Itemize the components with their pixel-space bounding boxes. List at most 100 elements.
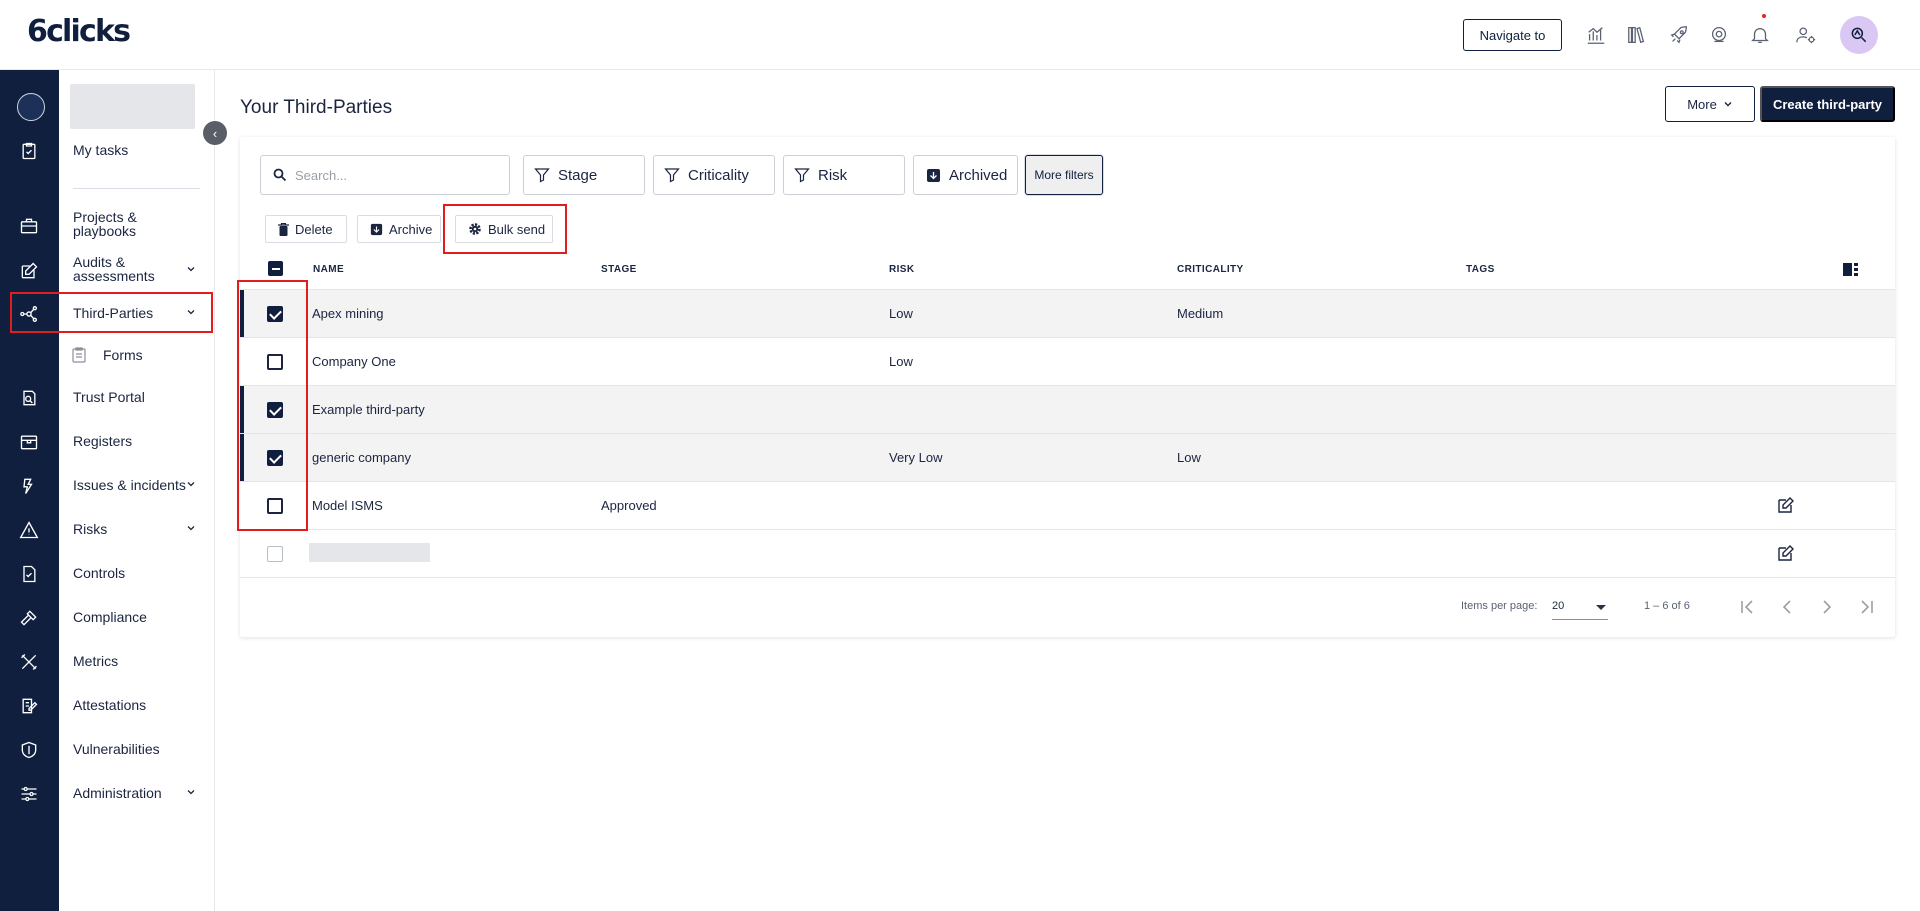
chevron-down-icon (1724, 102, 1732, 107)
sidebar-item-compliance[interactable]: Compliance (73, 610, 147, 624)
more-filters-button[interactable]: More filters (1025, 155, 1103, 195)
row-checkboxes-highlight (237, 280, 308, 531)
org-name-placeholder (70, 84, 195, 129)
briefcase-icon[interactable] (15, 212, 43, 240)
row-name[interactable]: Example third-party (312, 402, 425, 417)
chevron-down-icon[interactable] (186, 787, 196, 797)
row-criticality: Medium (1177, 306, 1224, 321)
criticality-filter[interactable]: Criticality (653, 155, 775, 195)
user-settings-icon[interactable] (1793, 22, 1819, 48)
delete-label: Delete (295, 221, 333, 237)
attestations-icon[interactable] (15, 692, 43, 720)
profile-avatar[interactable] (17, 93, 45, 121)
sidebar-item-audits[interactable]: Audits & assessments (73, 255, 173, 283)
sidebar-item-registers[interactable]: Registers (73, 434, 132, 448)
next-page-icon[interactable] (1816, 596, 1838, 618)
registers-icon[interactable] (15, 428, 43, 456)
bell-icon[interactable] (1747, 22, 1773, 48)
collapse-sidebar-button[interactable]: ‹ (203, 121, 227, 145)
row-risk: Low (889, 306, 913, 321)
issues-icon[interactable] (15, 472, 43, 500)
pagination-range: 1 – 6 of 6 (1644, 600, 1690, 612)
items-per-page-select[interactable]: 20 (1552, 598, 1608, 620)
administration-sliders-icon[interactable] (15, 780, 43, 808)
items-per-page-label: Items per page: (1461, 600, 1538, 612)
help-icon[interactable] (1706, 22, 1732, 48)
column-header-risk[interactable]: RISK (889, 264, 915, 275)
navigate-to-button[interactable]: Navigate to (1463, 19, 1562, 51)
last-page-icon[interactable] (1856, 596, 1878, 618)
metrics-tools-icon[interactable] (15, 648, 43, 676)
analytics-icon[interactable] (1583, 22, 1609, 48)
sidebar-item-vulnerabilities[interactable]: Vulnerabilities (73, 742, 160, 756)
archived-filter[interactable]: Archived (913, 155, 1018, 195)
more-label: More (1687, 96, 1717, 112)
archive-button[interactable]: Archive (357, 215, 441, 243)
table-row[interactable]: Apex mining Low Medium (240, 289, 1895, 338)
library-icon[interactable] (1624, 22, 1650, 48)
column-settings-icon[interactable] (1843, 262, 1858, 277)
search-icon (273, 168, 287, 182)
sidebar-item-metrics[interactable]: Metrics (73, 654, 118, 668)
stage-filter-label: Stage (558, 166, 598, 184)
risk-warning-icon[interactable] (15, 516, 43, 544)
row-name[interactable]: Company One (312, 354, 396, 369)
column-header-criticality[interactable]: CRITICALITY (1177, 264, 1244, 275)
edit-icon[interactable] (1777, 544, 1795, 562)
sidebar-item-attestations[interactable]: Attestations (73, 698, 146, 712)
compliance-hammer-icon[interactable] (15, 604, 43, 632)
sidebar-item-risks[interactable]: Risks (73, 522, 107, 536)
search-input[interactable]: Search... (260, 155, 510, 195)
shield-icon[interactable] (15, 736, 43, 764)
items-per-page-value: 20 (1552, 600, 1565, 612)
loading-name-placeholder (309, 543, 430, 562)
sidebar-item-issues[interactable]: Issues & incidents (73, 478, 186, 492)
sidebar-divider (73, 188, 200, 189)
sidebar-item-administration[interactable]: Administration (73, 786, 162, 800)
risk-filter[interactable]: Risk (783, 155, 905, 195)
column-header-tags[interactable]: TAGS (1466, 264, 1495, 275)
column-header-stage[interactable]: STAGE (601, 264, 637, 275)
more-button[interactable]: More (1665, 86, 1755, 122)
table-row[interactable]: Company One Low (240, 337, 1895, 385)
edit-audit-icon[interactable] (15, 257, 43, 285)
archived-filter-label: Archived (949, 166, 1008, 184)
bulk-send-highlight (443, 204, 567, 254)
row-name[interactable]: Apex mining (312, 306, 384, 321)
sidebar-item-my-tasks[interactable]: My tasks (73, 143, 128, 157)
previous-page-icon[interactable] (1776, 596, 1798, 618)
table-row[interactable]: Example third-party (240, 385, 1895, 434)
app-logo[interactable]: 6clicks (27, 14, 131, 49)
chevron-down-icon[interactable] (186, 479, 196, 489)
delete-button[interactable]: Delete (265, 215, 347, 243)
chevron-down-icon[interactable] (186, 264, 196, 274)
row-risk: Low (889, 354, 913, 369)
edit-icon[interactable] (1777, 496, 1795, 514)
controls-icon[interactable] (15, 560, 43, 588)
column-header-name[interactable]: NAME (313, 264, 344, 275)
table-row[interactable]: Model ISMS Approved (240, 481, 1895, 529)
user-avatar[interactable] (1840, 16, 1878, 54)
select-all-checkbox[interactable] (268, 261, 283, 276)
create-third-party-button[interactable]: Create third-party (1760, 86, 1895, 122)
stage-filter[interactable]: Stage (523, 155, 645, 195)
notification-dot (1762, 14, 1766, 18)
sidebar-item-trust-portal[interactable]: Trust Portal (73, 390, 145, 404)
row-stage: Approved (601, 498, 657, 513)
first-page-icon[interactable] (1736, 596, 1758, 618)
row-risk: Very Low (889, 450, 943, 465)
table-row[interactable] (240, 529, 1895, 577)
chevron-down-icon[interactable] (186, 523, 196, 533)
row-name[interactable]: generic company (312, 450, 411, 465)
sidebar-item-projects[interactable]: Projects & playbooks (73, 210, 168, 238)
trust-portal-icon[interactable] (15, 384, 43, 412)
table-bottom-border (240, 577, 1895, 578)
rocket-icon[interactable] (1666, 22, 1692, 48)
row-name[interactable]: Model ISMS (312, 498, 383, 513)
row-checkbox[interactable] (267, 546, 283, 562)
table-row[interactable]: generic company Very Low Low (240, 433, 1895, 482)
sidebar-item-forms[interactable]: Forms (103, 348, 143, 362)
sidebar-item-controls[interactable]: Controls (73, 566, 125, 580)
tasks-icon[interactable] (15, 137, 43, 165)
trash-icon (278, 222, 289, 236)
